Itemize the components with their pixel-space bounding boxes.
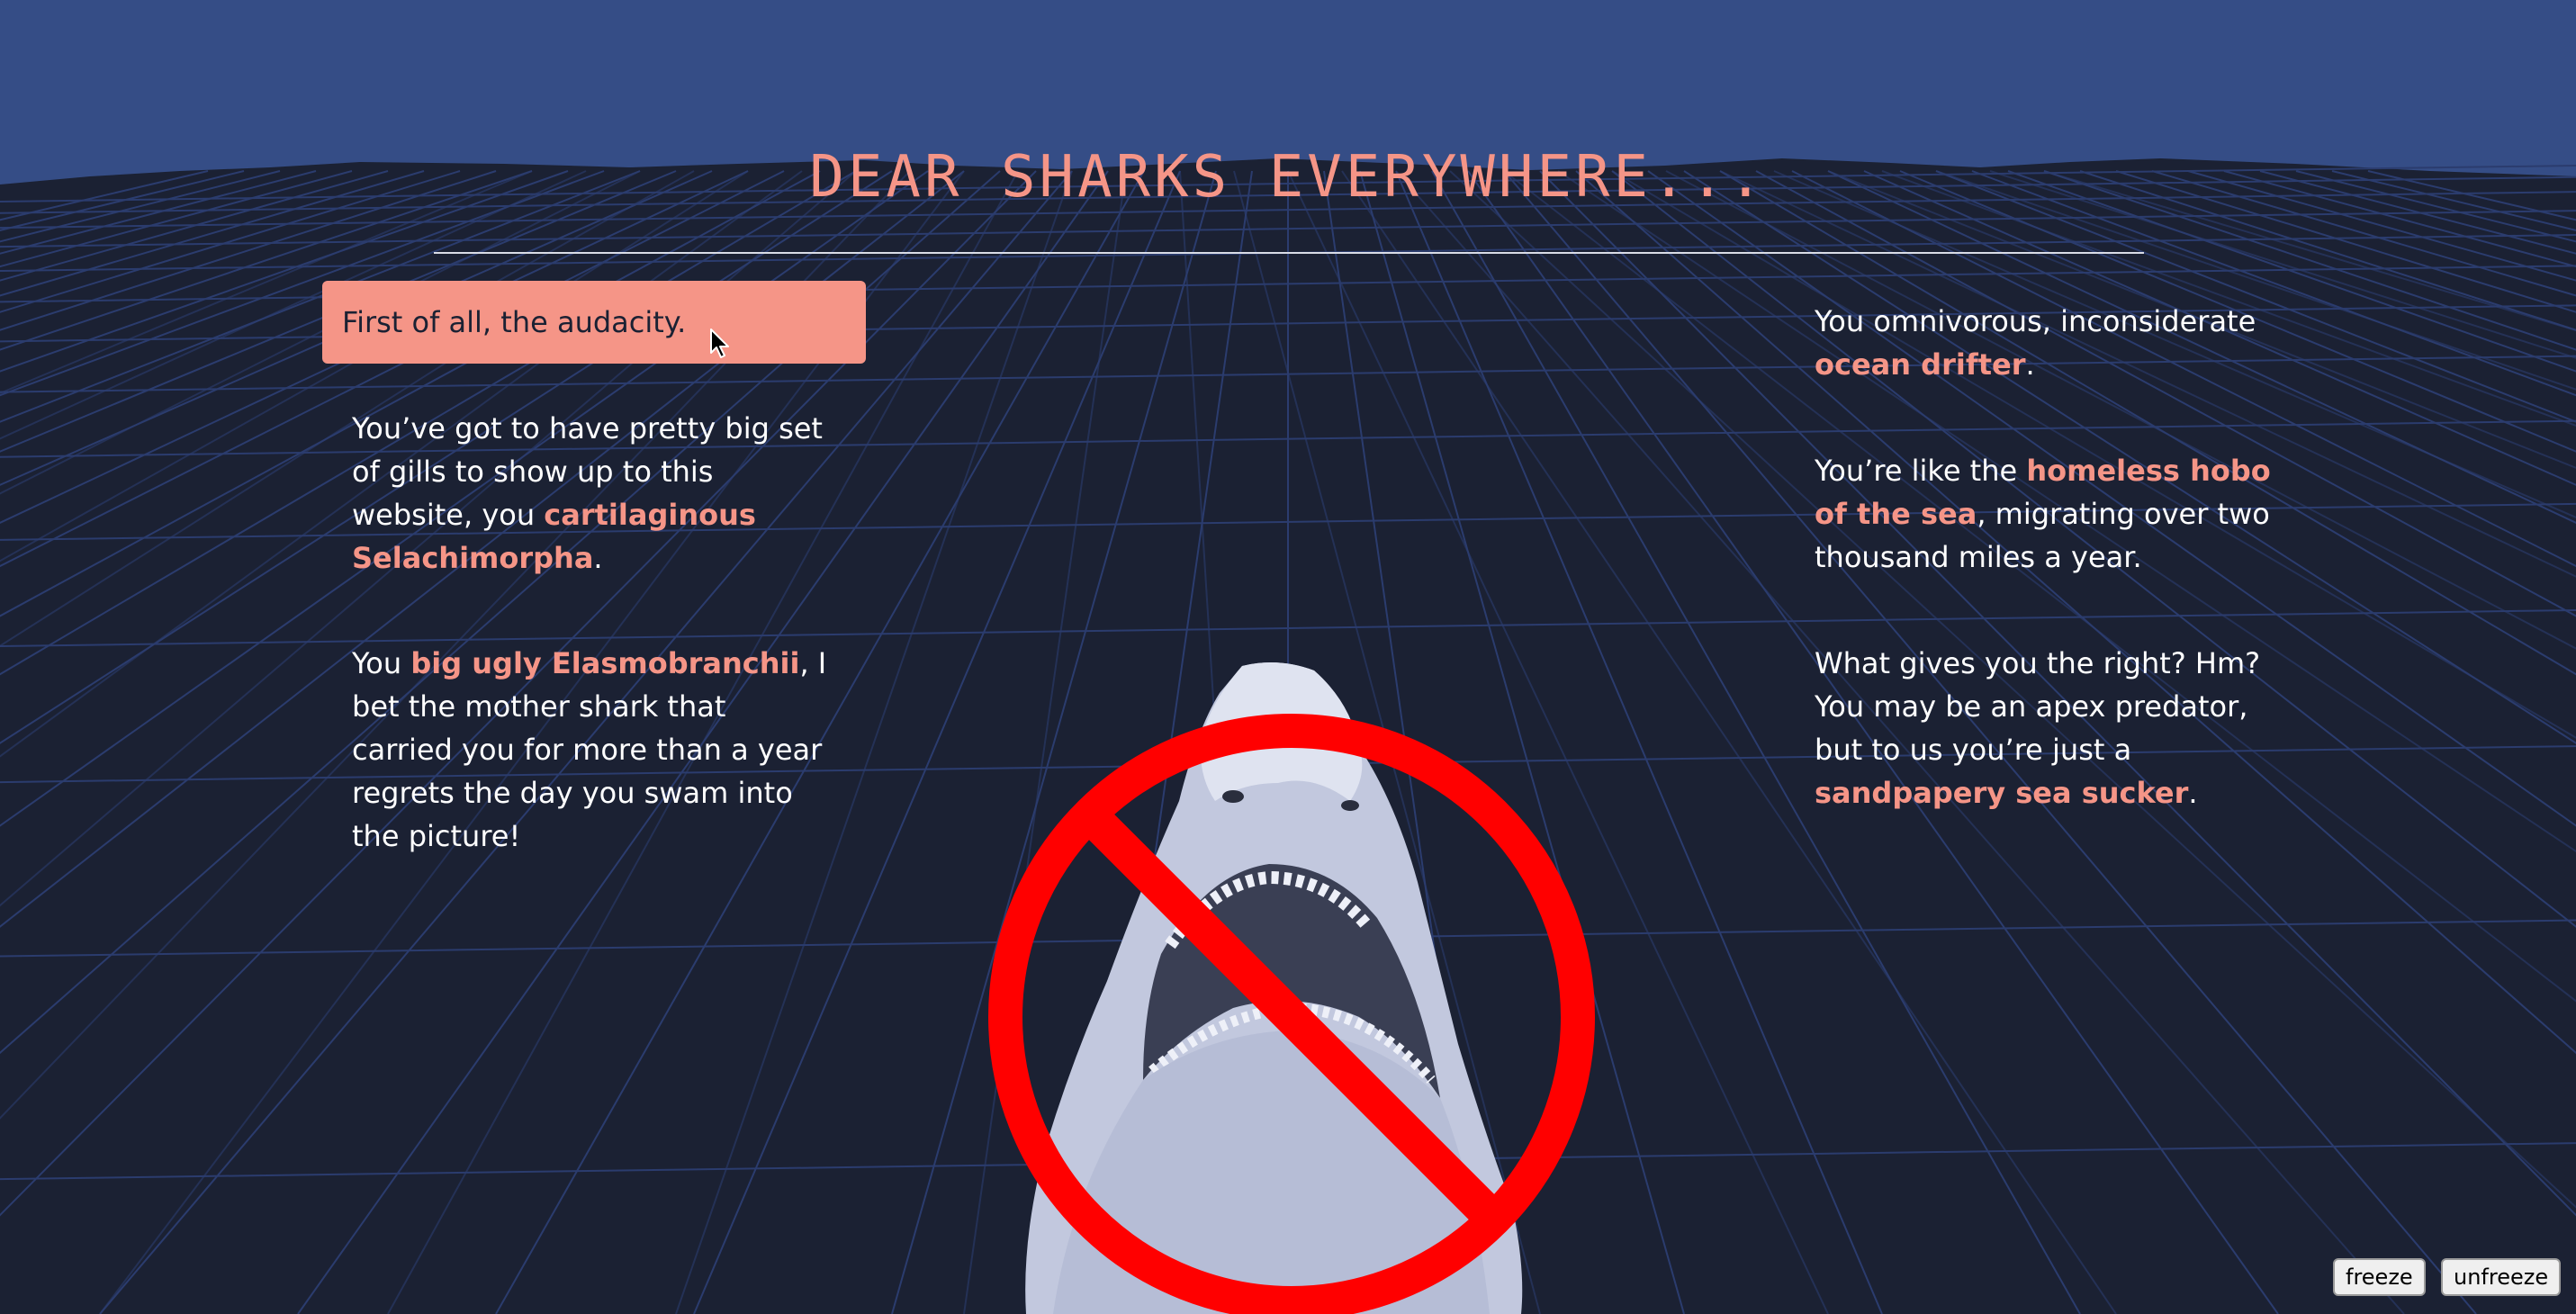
arrow-cursor-icon (710, 328, 729, 358)
left-paragraph-2: You big ugly Elasmobranchii, I bet the m… (352, 646, 827, 853)
insult-highlight: ocean drifter (1815, 347, 2026, 382)
freeze-button[interactable]: freeze (2333, 1258, 2426, 1296)
highlight-intro[interactable]: First of all, the audacity. (322, 281, 866, 364)
right-paragraph-1: You omnivorous, inconsiderate ocean drif… (1815, 304, 2256, 382)
insult-highlight: big ugly Elasmobranchii (410, 646, 800, 680)
right-paragraph-3: What gives you the right? Hm? You may be… (1815, 646, 2261, 810)
page-title: DEAR SHARKS EVERYWHERE... (809, 144, 1767, 211)
left-paragraph-1: You’ve got to have pretty big set of gil… (352, 411, 823, 575)
shark-prohibited-graphic (988, 662, 1595, 1314)
right-paragraph-2: You’re like the homeless hobo of the sea… (1815, 454, 2271, 574)
title-divider (434, 252, 2144, 254)
unfreeze-button[interactable]: unfreeze (2441, 1258, 2562, 1296)
insult-highlight: sandpapery sea sucker (1815, 776, 2189, 810)
